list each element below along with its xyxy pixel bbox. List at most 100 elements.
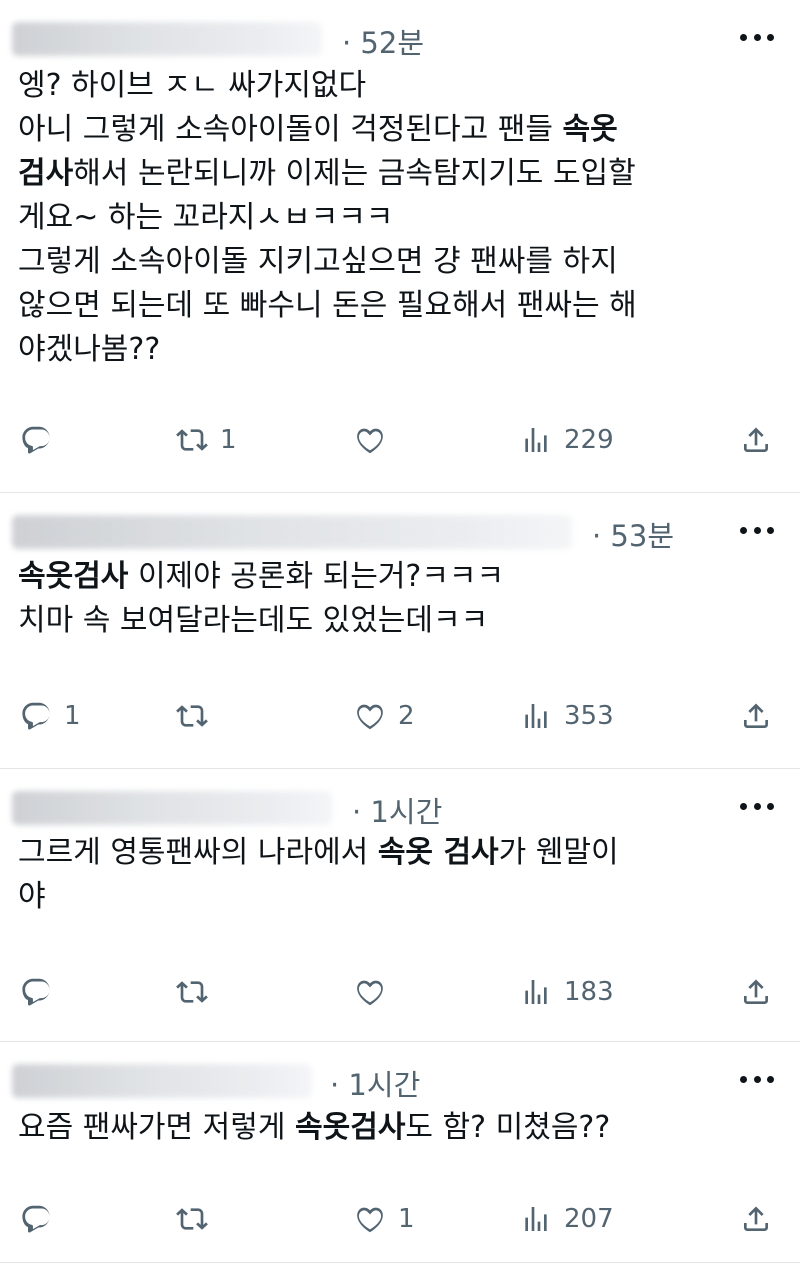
- post-timestamp[interactable]: · 1시간: [352, 789, 442, 831]
- retweet-count: 1: [220, 425, 237, 455]
- text-segment: 않으면 되는데 또 빠수니 돈은 필요해서 팬싸는 해: [18, 288, 637, 323]
- reply-button[interactable]: 1: [20, 696, 81, 736]
- like-button[interactable]: 2: [354, 696, 415, 736]
- share-button[interactable]: [740, 1199, 772, 1239]
- text-segment: 게요~ 하는 꼬라지ㅅㅂㅋㅋㅋ: [18, 200, 394, 235]
- reply-button[interactable]: [20, 420, 64, 460]
- views-count: 183: [564, 977, 614, 1007]
- heart-icon: [354, 976, 386, 1008]
- post-header: · 52분: [12, 18, 800, 60]
- post-header: · 53분: [12, 511, 800, 553]
- share-icon: [740, 424, 772, 456]
- post-text-line: 야: [18, 875, 782, 919]
- reply-count: 1: [64, 701, 81, 731]
- post-text-line: 치마 속 보여달라는데도 있었는데ㅋㅋ: [18, 599, 782, 643]
- share-button[interactable]: [740, 420, 772, 460]
- views-button[interactable]: 229: [520, 420, 614, 460]
- text-segment: 엥? 하이브 ㅈㄴ 싸가지없다: [18, 68, 367, 103]
- blurred-username[interactable]: [12, 1064, 312, 1098]
- views-icon: [520, 700, 552, 732]
- highlighted-keyword: 검사: [18, 156, 74, 191]
- post-text: 그르게 영통팬싸의 나라에서 속옷 검사가 웬말이야: [18, 831, 782, 919]
- text-segment: 야겠나봄??: [18, 332, 161, 367]
- retweet-button[interactable]: [176, 1199, 220, 1239]
- post-timestamp[interactable]: · 1시간: [330, 1062, 420, 1104]
- views-icon: [520, 1203, 552, 1235]
- reply-post[interactable]: · 52분엥? 하이브 ㅈㄴ 싸가지없다아니 그렇게 소속아이돌이 걱정된다고 …: [0, 0, 800, 493]
- post-timestamp[interactable]: · 53분: [592, 513, 674, 555]
- heart-icon: [354, 700, 386, 732]
- share-icon: [740, 1203, 772, 1235]
- blurred-username[interactable]: [12, 515, 572, 549]
- post-timestamp[interactable]: · 52분: [342, 20, 424, 62]
- post-text-line: 아니 그렇게 소속아이돌이 걱정된다고 팬들 속옷: [18, 108, 782, 152]
- post-actions: 1 229: [0, 420, 800, 460]
- retweet-icon: [176, 700, 208, 732]
- more-icon[interactable]: [740, 1076, 774, 1084]
- views-count: 229: [564, 425, 614, 455]
- share-icon: [740, 976, 772, 1008]
- text-segment: 요즘 팬싸가면 저렇게: [18, 1110, 296, 1145]
- share-button[interactable]: [740, 696, 772, 736]
- post-text-line: 야겠나봄??: [18, 328, 782, 372]
- post-text-line: 속옷검사 이제야 공론화 되는거?ㅋㅋㅋ: [18, 555, 782, 599]
- views-icon: [520, 424, 552, 456]
- post-text-line: 엥? 하이브 ㅈㄴ 싸가지없다: [18, 64, 782, 108]
- highlighted-keyword: 속옷검사: [295, 1110, 406, 1145]
- post-text: 요즘 팬싸가면 저렇게 속옷검사도 함? 미쳤음??: [18, 1106, 782, 1150]
- views-button[interactable]: 353: [520, 696, 614, 736]
- like-button[interactable]: 1: [354, 1199, 415, 1239]
- text-segment: 이제야 공론화 되는거?ㅋㅋㅋ: [128, 559, 505, 594]
- post-text-line: 요즘 팬싸가면 저렇게 속옷검사도 함? 미쳤음??: [18, 1106, 782, 1150]
- post-text-line: 그르게 영통팬싸의 나라에서 속옷 검사가 웬말이: [18, 831, 782, 875]
- text-segment: 치마 속 보여달라는데도 있었는데ㅋㅋ: [18, 603, 489, 638]
- retweet-icon: [176, 1203, 208, 1235]
- text-segment: 야: [18, 879, 46, 914]
- retweet-button[interactable]: [176, 696, 220, 736]
- views-count: 207: [564, 1204, 614, 1234]
- text-segment: 아니 그렇게 소속아이돌이 걱정된다고 팬들: [18, 112, 563, 147]
- share-button[interactable]: [740, 972, 772, 1012]
- post-text-line: 그렇게 소속아이돌 지키고싶으면 걍 팬싸를 하지: [18, 240, 782, 284]
- reply-icon: [20, 700, 52, 732]
- text-segment: 해서 논란되니까 이제는 금속탐지기도 도입할: [73, 156, 636, 191]
- reply-post[interactable]: · 1시간 그르게 영통팬싸의 나라에서 속옷 검사가 웬말이 야 183: [0, 769, 800, 1042]
- blurred-username[interactable]: [12, 22, 322, 56]
- retweet-icon: [176, 424, 208, 456]
- post-header: · 1시간: [12, 1060, 800, 1102]
- more-icon[interactable]: [740, 803, 774, 811]
- more-icon[interactable]: [740, 527, 774, 535]
- highlighted-keyword: 속옷 검사: [377, 835, 499, 870]
- post-header: · 1시간: [12, 787, 800, 829]
- reply-icon: [20, 424, 52, 456]
- reply-post[interactable]: · 1시간 요즘 팬싸가면 저렇게 속옷검사도 함? 미쳤음?? 1 207: [0, 1042, 800, 1263]
- heart-icon: [354, 1203, 386, 1235]
- views-button[interactable]: 183: [520, 972, 614, 1012]
- text-segment: 그르게 영통팬싸의 나라에서: [18, 835, 378, 870]
- text-segment: 그렇게 소속아이돌 지키고싶으면 걍 팬싸를 하지: [18, 244, 618, 279]
- text-segment: 도 함? 미쳤음??: [405, 1110, 611, 1145]
- post-text-line: 검사해서 논란되니까 이제는 금속탐지기도 도입할: [18, 152, 782, 196]
- more-icon[interactable]: [740, 34, 774, 42]
- reply-button[interactable]: [20, 972, 64, 1012]
- share-icon: [740, 700, 772, 732]
- post-text-line: 않으면 되는데 또 빠수니 돈은 필요해서 팬싸는 해: [18, 284, 782, 328]
- blurred-username[interactable]: [12, 791, 332, 825]
- views-button[interactable]: 207: [520, 1199, 614, 1239]
- post-text: 엥? 하이브 ㅈㄴ 싸가지없다아니 그렇게 소속아이돌이 걱정된다고 팬들 속옷…: [18, 64, 782, 372]
- heart-icon: [354, 424, 386, 456]
- highlighted-keyword: 속옷: [562, 112, 618, 147]
- reply-button[interactable]: [20, 1199, 64, 1239]
- like-button[interactable]: [354, 420, 398, 460]
- views-icon: [520, 976, 552, 1008]
- retweet-button[interactable]: 1: [176, 420, 237, 460]
- post-text: 속옷검사 이제야 공론화 되는거?ㅋㅋㅋ 치마 속 보여달라는데도 있었는데ㅋㅋ: [18, 555, 782, 643]
- post-actions: 1 207: [0, 1199, 800, 1239]
- reply-icon: [20, 1203, 52, 1235]
- highlighted-keyword: 속옷검사: [18, 559, 129, 594]
- text-segment: 가 웬말이: [498, 835, 619, 870]
- retweet-icon: [176, 976, 208, 1008]
- reply-post[interactable]: · 53분 속옷검사 이제야 공론화 되는거?ㅋㅋㅋ 치마 속 보여달라는데도 있었…: [0, 493, 800, 769]
- like-button[interactable]: [354, 972, 398, 1012]
- retweet-button[interactable]: [176, 972, 220, 1012]
